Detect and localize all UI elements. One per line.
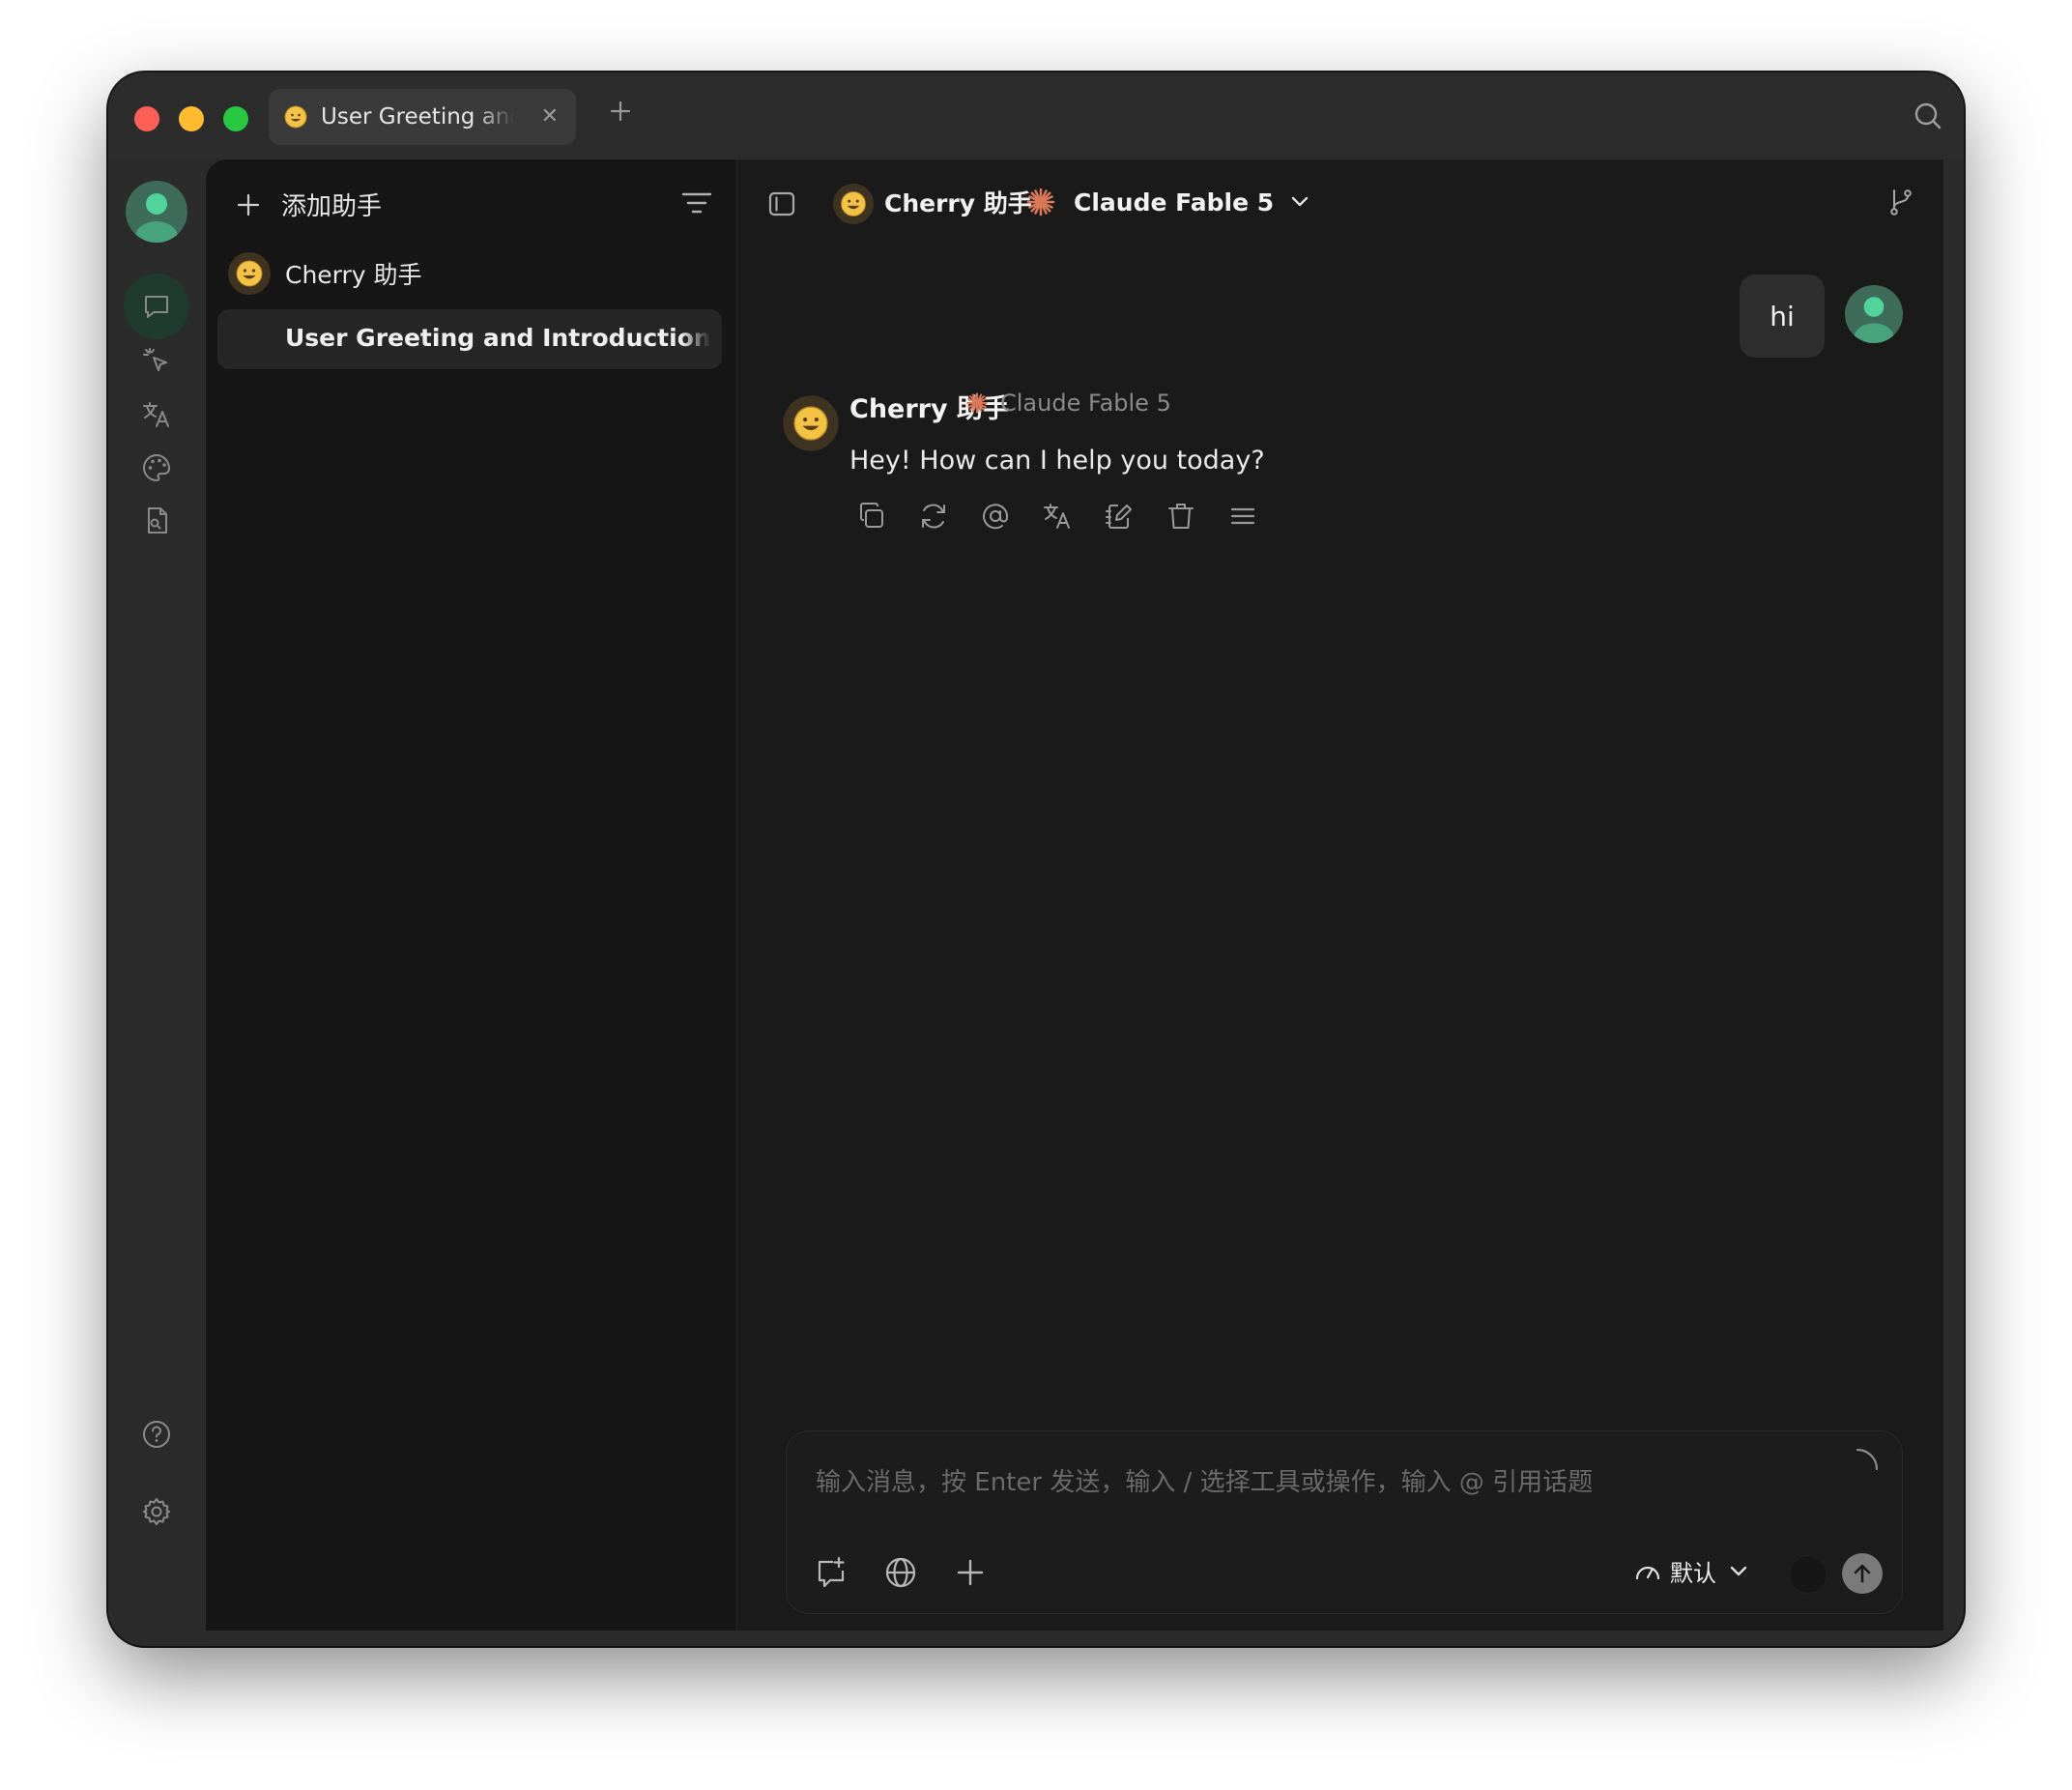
close-tab-icon[interactable]: ✕ bbox=[541, 104, 559, 130]
copy-icon[interactable] bbox=[855, 500, 888, 533]
model-name: Claude Fable 5 bbox=[1074, 188, 1275, 217]
tab-topic[interactable]: User Greeting and Introduction of Assist… bbox=[269, 89, 576, 145]
assistant-avatar bbox=[832, 183, 875, 225]
user-message-bubble: hi bbox=[1740, 274, 1825, 358]
title-bar: User Greeting and Introduction of Assist… bbox=[108, 72, 1964, 159]
message-input-box[interactable]: 输入消息，按 Enter 发送，输入 / 选择工具或操作，输入 @ 引用话题 默… bbox=[786, 1430, 1903, 1614]
send-button[interactable] bbox=[1842, 1553, 1883, 1594]
assistant-avatar bbox=[782, 394, 840, 452]
edit-icon[interactable] bbox=[1103, 500, 1136, 533]
settings-icon[interactable] bbox=[140, 1495, 173, 1528]
close-window-button[interactable] bbox=[134, 106, 159, 131]
sidebar-toggle-icon[interactable] bbox=[766, 188, 797, 219]
avatar bbox=[1845, 285, 1903, 343]
message-model-tag: Claude Fable 5 bbox=[965, 390, 1171, 417]
assistant-message-text: Hey! How can I help you today? bbox=[849, 446, 1265, 476]
smiley-icon bbox=[284, 105, 307, 129]
message-input-placeholder[interactable]: 输入消息，按 Enter 发送，输入 / 选择工具或操作，输入 @ 引用话题 bbox=[816, 1462, 1593, 1498]
maximize-window-button[interactable] bbox=[223, 106, 248, 131]
topic-title: User Greeting and Introduction of Assist… bbox=[285, 324, 710, 352]
branch-icon[interactable] bbox=[1885, 187, 1916, 217]
header-assistant-name[interactable]: Cherry 助手 bbox=[884, 185, 1032, 219]
new-tab-button[interactable] bbox=[601, 92, 640, 130]
help-icon[interactable] bbox=[140, 1418, 173, 1451]
message-actions bbox=[855, 500, 1288, 533]
sidebar-item-cherry-assistant[interactable]: Cherry 助手 bbox=[227, 246, 710, 301]
add-assistant-button[interactable]: 添加助手 bbox=[235, 187, 382, 222]
token-indicator[interactable] bbox=[1789, 1555, 1827, 1594]
smiley-icon bbox=[228, 252, 271, 295]
claude-logo-icon bbox=[1026, 188, 1055, 217]
new-topic-icon[interactable] bbox=[814, 1555, 849, 1590]
regenerate-icon[interactable] bbox=[917, 500, 950, 533]
mention-icon[interactable] bbox=[979, 500, 1012, 533]
claude-logo-icon bbox=[966, 392, 988, 414]
add-assistant-label: 添加助手 bbox=[281, 192, 383, 221]
topic-item-active[interactable]: User Greeting and Introduction of Assist… bbox=[217, 309, 722, 369]
model-selector[interactable]: Claude Fable 5 bbox=[1025, 181, 1312, 223]
thinking-mode-select[interactable]: 默认 bbox=[1633, 1554, 1753, 1588]
plus-icon[interactable] bbox=[953, 1555, 988, 1590]
expand-input-icon[interactable] bbox=[1852, 1445, 1881, 1474]
assistant-sidebar: 添加助手 Cherry 助手 User Greeting and Introdu… bbox=[206, 159, 737, 1631]
minimize-window-button[interactable] bbox=[179, 106, 204, 131]
globe-icon[interactable] bbox=[883, 1555, 918, 1590]
chevron-down-icon bbox=[1730, 1566, 1747, 1575]
filter-icon[interactable] bbox=[680, 188, 713, 217]
plus-icon bbox=[237, 193, 260, 216]
app-window: User Greeting and Introduction of Assist… bbox=[108, 72, 1964, 1646]
thinking-mode-label: 默认 bbox=[1670, 1560, 1716, 1587]
menu-icon[interactable] bbox=[1226, 500, 1259, 533]
arrow-up-icon bbox=[1854, 1564, 1871, 1583]
assistant-name: Cherry 助手 bbox=[285, 261, 422, 289]
file-search-icon[interactable] bbox=[124, 488, 189, 554]
message-model-name: Claude Fable 5 bbox=[1000, 390, 1171, 417]
search-icon[interactable] bbox=[1912, 100, 1944, 132]
gauge-icon bbox=[1635, 1566, 1660, 1579]
tab-title: User Greeting and Introduction of Assist… bbox=[321, 104, 514, 130]
delete-icon[interactable] bbox=[1165, 500, 1197, 533]
chevron-down-icon bbox=[1291, 196, 1309, 207]
translate-icon[interactable] bbox=[1041, 500, 1074, 533]
chat-panel: Cherry 助手 Claude Fable 5 hi Cherry 助手 Cl… bbox=[737, 159, 1943, 1631]
avatar[interactable] bbox=[126, 181, 187, 243]
